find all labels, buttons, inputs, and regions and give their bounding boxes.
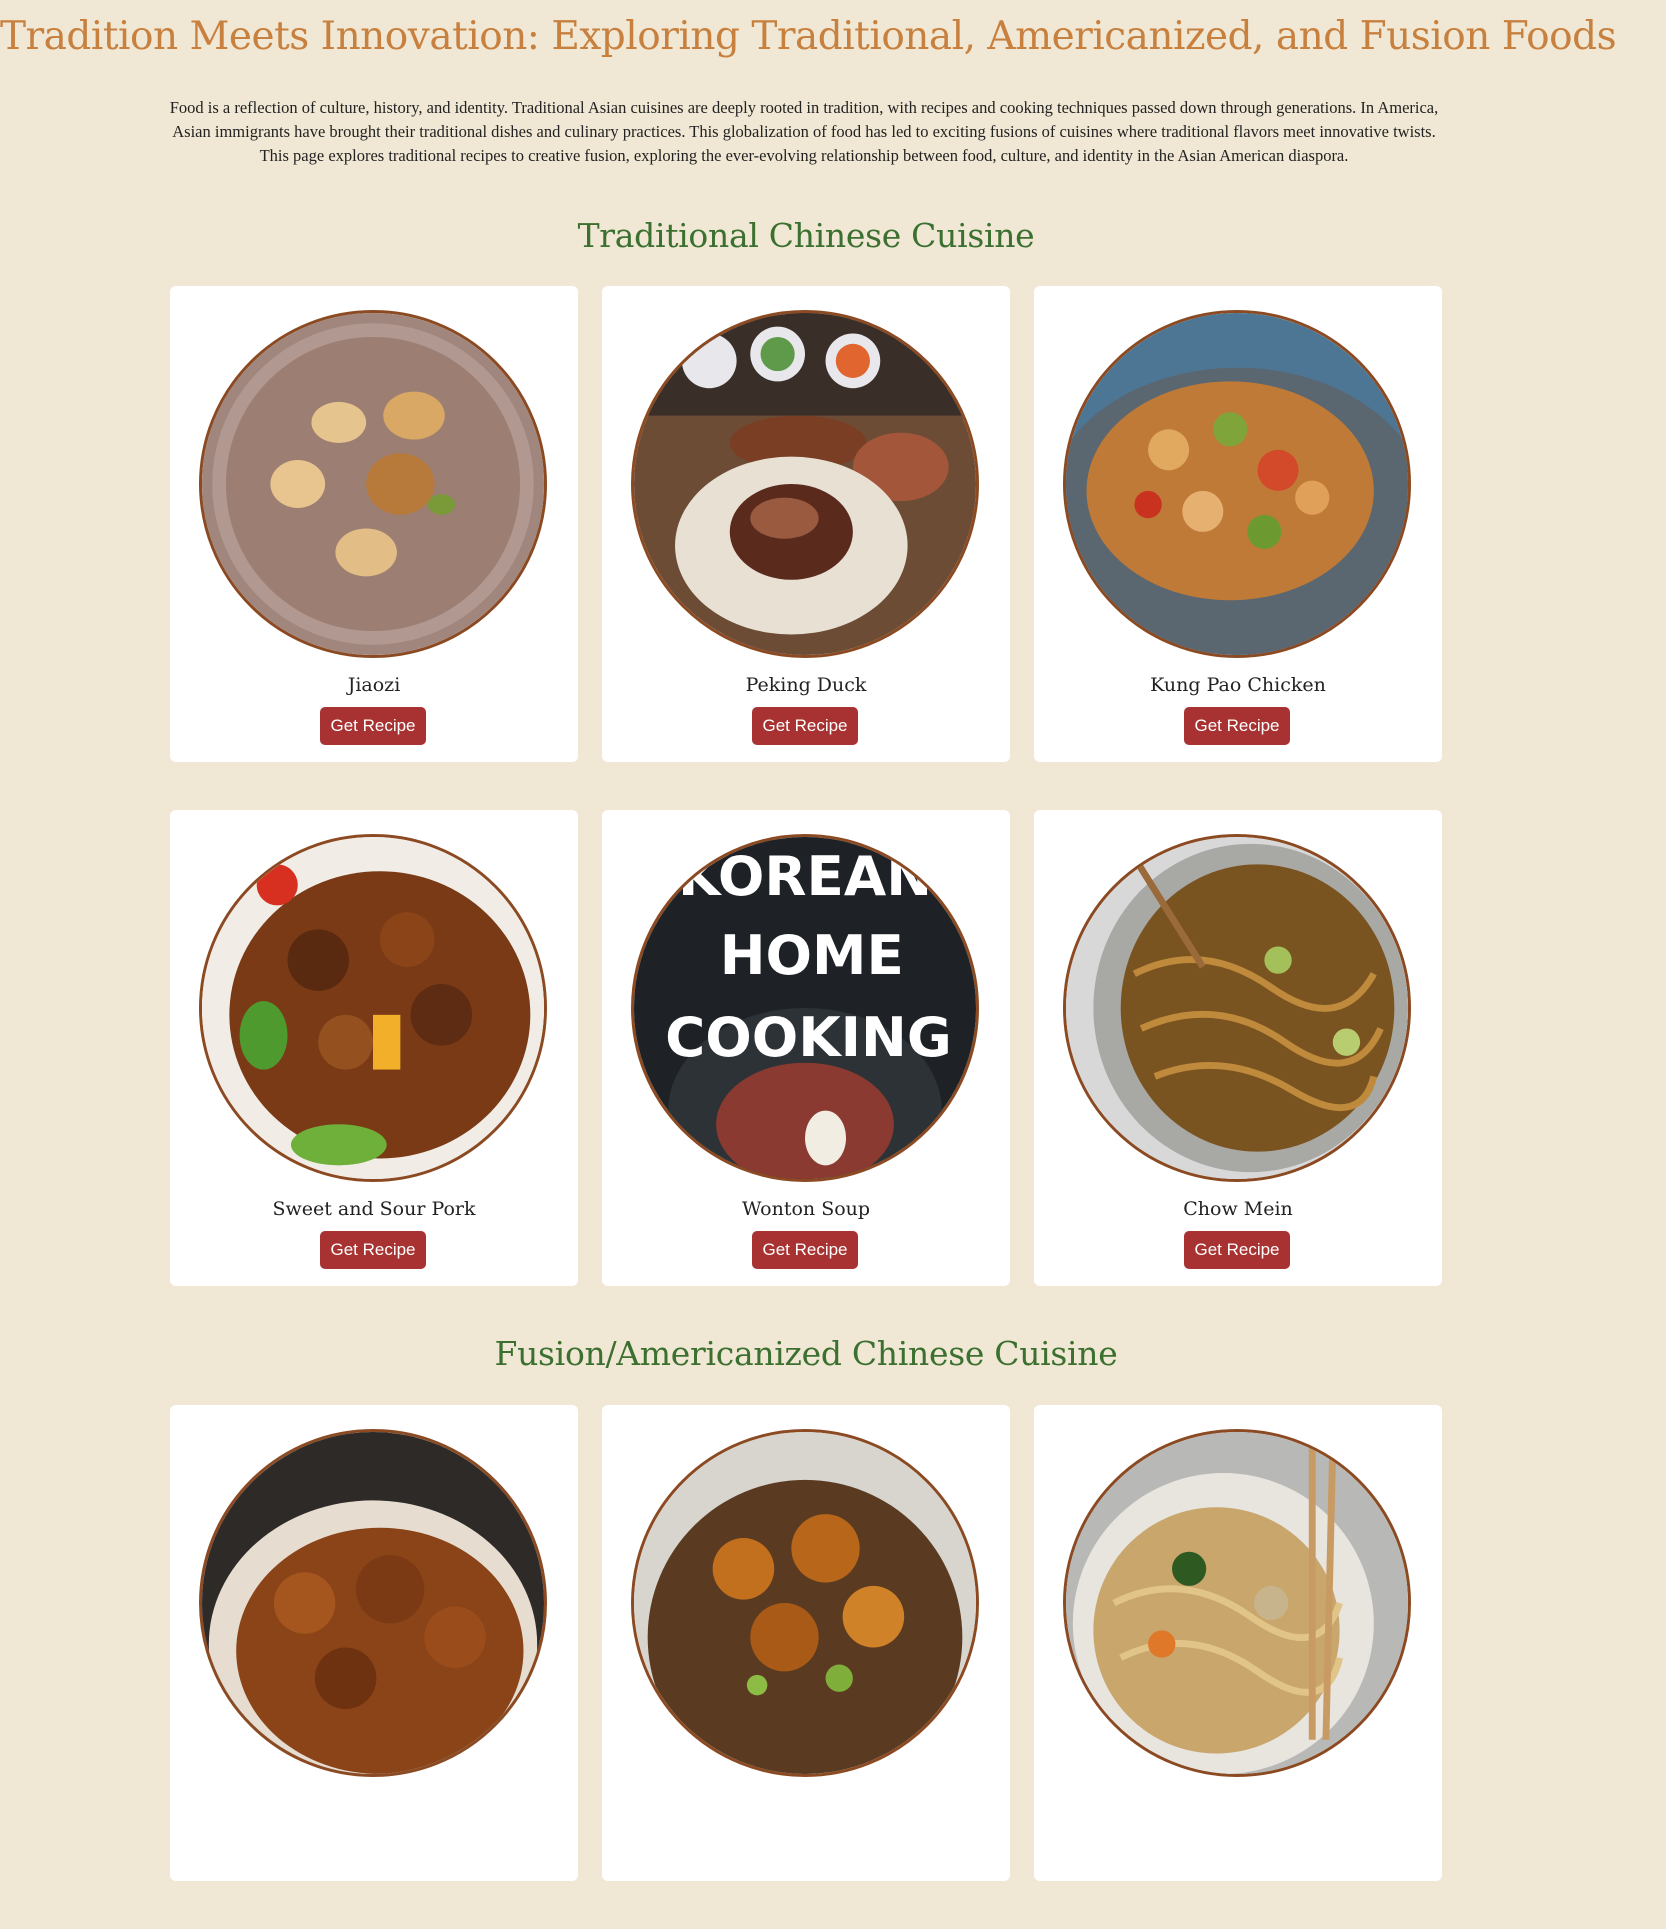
cover-text-line-2: HOME <box>720 923 904 987</box>
dish-image-peking-duck[interactable] <box>631 310 979 658</box>
section-title-traditional: Traditional Chinese Cuisine <box>577 216 1035 255</box>
dish-grid-traditional: Jiaozi Get Recipe Peking Duck Get Recipe <box>170 286 1442 1334</box>
get-recipe-button[interactable]: Get Recipe <box>752 1231 858 1269</box>
dish-image-lo-mein[interactable] <box>1063 1429 1411 1777</box>
get-recipe-button[interactable]: Get Recipe <box>320 707 426 745</box>
dish-name: Sweet and Sour Pork <box>272 1198 476 1220</box>
dish-image-orange-chicken[interactable] <box>199 1429 547 1777</box>
page-title: Tradition Meets Innovation: Exploring Tr… <box>0 14 1617 59</box>
dish-card <box>170 1405 578 1881</box>
get-recipe-button[interactable]: Get Recipe <box>320 1231 426 1269</box>
dish-name: Kung Pao Chicken <box>1150 674 1326 696</box>
dish-card <box>1034 1405 1442 1881</box>
section-title-fusion: Fusion/Americanized Chinese Cuisine <box>494 1334 1118 1373</box>
dish-name: Jiaozi <box>347 674 401 696</box>
get-recipe-button[interactable]: Get Recipe <box>1184 707 1290 745</box>
dish-name: Wonton Soup <box>741 1198 871 1220</box>
dish-image-kung-pao-chicken[interactable] <box>1063 310 1411 658</box>
dish-card: Peking Duck Get Recipe <box>602 286 1010 762</box>
cover-text-line-3: COOKING <box>665 1005 952 1069</box>
dish-card: KOREAN HOME COOKING Wonton Soup Get Reci… <box>602 810 1010 1286</box>
dish-image-general-tso-chicken[interactable] <box>631 1429 979 1777</box>
get-recipe-button[interactable]: Get Recipe <box>1184 1231 1290 1269</box>
dish-card: Chow Mein Get Recipe <box>1034 810 1442 1286</box>
dish-image-sweet-and-sour-pork[interactable] <box>199 834 547 1182</box>
dish-image-chow-mein[interactable] <box>1063 834 1411 1182</box>
dish-card <box>602 1405 1010 1881</box>
get-recipe-button[interactable]: Get Recipe <box>752 707 858 745</box>
cover-text-line-1: KOREAN <box>678 844 932 908</box>
dish-image-jiaozi[interactable] <box>199 310 547 658</box>
dish-card: Kung Pao Chicken Get Recipe <box>1034 286 1442 762</box>
intro-paragraph: Food is a reflection of culture, history… <box>169 98 1439 165</box>
dish-image-wonton-soup[interactable]: KOREAN HOME COOKING <box>631 834 979 1182</box>
dish-name: Chow Mein <box>1183 1198 1293 1220</box>
dish-grid-fusion <box>170 1405 1442 1929</box>
dish-card: Jiaozi Get Recipe <box>170 286 578 762</box>
dish-card: Sweet and Sour Pork Get Recipe <box>170 810 578 1286</box>
dish-name: Peking Duck <box>745 674 867 696</box>
